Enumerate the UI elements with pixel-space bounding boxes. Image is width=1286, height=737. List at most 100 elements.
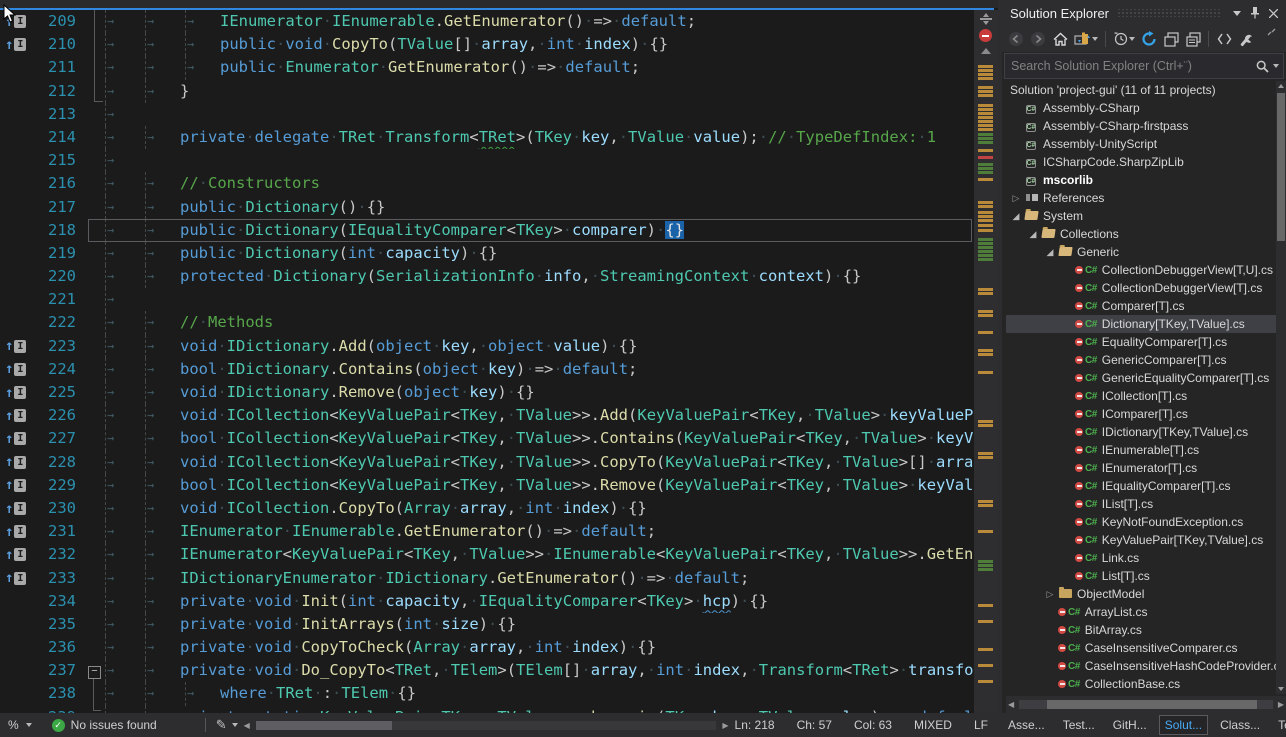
- expand-arrow-icon[interactable]: ▷: [1010, 193, 1022, 204]
- code-line-237[interactable]: 237private·void·Do_CopyTo<TRet,·TElem>(T…: [0, 659, 974, 682]
- scroll-up-arrow[interactable]: [1278, 84, 1284, 88]
- tree-item-arraylist-cs[interactable]: C#ArrayList.cs: [1006, 603, 1276, 621]
- implements-interface-icon[interactable]: I: [14, 386, 26, 399]
- tree-item-icomparer-t-cs[interactable]: C#IComparer[T].cs: [1006, 405, 1276, 423]
- go-to-base-icon[interactable]: ↑: [5, 409, 13, 423]
- code-editor[interactable]: ↑I209IEnumerator·IEnumerable.GetEnumerat…: [0, 10, 974, 737]
- code-content[interactable]: void·ICollection.CopyTo(Array·array,·int…: [100, 497, 974, 520]
- tree-item-references[interactable]: ▷References: [1006, 189, 1276, 207]
- pending-changes-filter-button[interactable]: [1111, 29, 1137, 49]
- forward-button[interactable]: [1028, 29, 1048, 49]
- pen-tool-button[interactable]: ✎: [216, 717, 227, 733]
- go-to-base-icon[interactable]: ↑: [5, 38, 13, 52]
- gutter-icons[interactable]: ↑I: [0, 543, 30, 566]
- tree-item-idictionary-tkey-tvalue-cs[interactable]: C#IDictionary[TKey,TValue].cs: [1006, 423, 1276, 441]
- go-to-base-icon[interactable]: ↑: [5, 525, 13, 539]
- code-line-235[interactable]: 235private·void·InitArrays(int·size)·{}: [0, 613, 974, 636]
- implements-interface-icon[interactable]: I: [14, 572, 26, 585]
- go-to-base-icon[interactable]: ↑: [5, 386, 13, 400]
- line-number[interactable]: 224: [30, 358, 76, 381]
- tree-horizontal-scrollbar[interactable]: ◀ ▶: [1006, 696, 1286, 713]
- code-line-222[interactable]: 222//·Methods: [0, 311, 974, 334]
- zoom-control[interactable]: %: [0, 718, 42, 732]
- line-number[interactable]: 237: [30, 659, 76, 682]
- status-character[interactable]: Ch: 57: [797, 718, 832, 732]
- tree-item-mscorlib[interactable]: C#mscorlib: [1006, 171, 1276, 189]
- collapse-region-button[interactable]: [88, 666, 101, 679]
- tree-item-assembly-unityscript[interactable]: C#Assembly-UnityScript: [1006, 135, 1276, 153]
- collapse-arrow-icon[interactable]: ◢: [1010, 211, 1022, 222]
- code-line-230[interactable]: ↑I230void·ICollection.CopyTo(Array·array…: [0, 497, 974, 520]
- code-line-213[interactable]: 213: [0, 103, 974, 126]
- code-line-211[interactable]: 211public·Enumerator·GetEnumerator()·=>·…: [0, 56, 974, 79]
- code-line-221[interactable]: 221: [0, 288, 974, 311]
- implements-interface-icon[interactable]: I: [14, 502, 26, 515]
- implements-interface-icon[interactable]: I: [14, 548, 26, 561]
- gutter-icons[interactable]: ↑I: [0, 404, 30, 427]
- code-content[interactable]: private·void·InitArrays(int·size)·{}: [100, 613, 974, 636]
- implements-interface-icon[interactable]: I: [14, 363, 26, 376]
- line-number[interactable]: 213: [30, 103, 76, 126]
- expand-arrow-icon[interactable]: ▷: [1044, 589, 1056, 600]
- code-content[interactable]: [100, 288, 974, 311]
- code-content[interactable]: void·IDictionary.Remove(object·key)·{}: [100, 381, 974, 404]
- tree-item-ienumerable-t-cs[interactable]: C#IEnumerable[T].cs: [1006, 441, 1276, 459]
- code-line-218[interactable]: 218 public·Dictionary(IEqualityComparer<T…: [0, 219, 974, 242]
- search-options-chevron-icon[interactable]: [1273, 64, 1279, 68]
- properties-button[interactable]: [1236, 29, 1256, 49]
- code-content[interactable]: public·Dictionary(int·capacity)·{}: [100, 242, 974, 265]
- implements-interface-icon[interactable]: I: [14, 38, 26, 51]
- line-number[interactable]: 221: [30, 288, 76, 311]
- line-number[interactable]: 225: [30, 381, 76, 404]
- line-number[interactable]: 228: [30, 451, 76, 474]
- panel-tab-gith[interactable]: GitH...: [1107, 715, 1153, 735]
- line-number[interactable]: 209: [30, 10, 76, 33]
- scrollbar-thumb[interactable]: [256, 721, 392, 730]
- line-number[interactable]: 238: [30, 682, 76, 705]
- collapse-all-button[interactable]: [1161, 29, 1181, 49]
- gutter-icons[interactable]: ↑I: [0, 381, 30, 404]
- implements-interface-icon[interactable]: I: [14, 479, 26, 492]
- implements-interface-icon[interactable]: I: [14, 409, 26, 422]
- tree-item-comparer-t-cs[interactable]: C#Comparer[T].cs: [1006, 297, 1276, 315]
- code-line-233[interactable]: ↑I233IDictionaryEnumerator·IDictionary.G…: [0, 567, 974, 590]
- code-line-219[interactable]: 219public·Dictionary(int·capacity)·{}: [0, 242, 974, 265]
- collapse-arrow-icon[interactable]: ◢: [1044, 247, 1056, 258]
- go-to-base-icon[interactable]: ↑: [5, 548, 13, 562]
- code-content[interactable]: protected·Dictionary(SerializationInfo·i…: [100, 265, 974, 288]
- panel-tab-asse[interactable]: Asse...: [1002, 715, 1051, 735]
- tree-item-icsharpcode-sharpziplib[interactable]: C#ICSharpCode.SharpZipLib: [1006, 153, 1276, 171]
- gutter-icons[interactable]: ↑I: [0, 335, 30, 358]
- tree-item-link-cs[interactable]: C#Link.cs: [1006, 549, 1276, 567]
- line-number[interactable]: 232: [30, 543, 76, 566]
- go-to-base-icon[interactable]: ↑: [5, 339, 13, 353]
- tree-item-ilist-t-cs[interactable]: C#IList[T].cs: [1006, 495, 1276, 513]
- gutter-icons[interactable]: ↑I: [0, 520, 30, 543]
- code-line-227[interactable]: ↑I227bool·ICollection<KeyValuePair<TKey,…: [0, 427, 974, 450]
- line-number[interactable]: 234: [30, 590, 76, 613]
- tree-item-ienumerator-t-cs[interactable]: C#IEnumerator[T].cs: [1006, 459, 1276, 477]
- code-content[interactable]: void·ICollection<KeyValuePair<TKey,·TVal…: [100, 451, 974, 474]
- implements-interface-icon[interactable]: I: [14, 456, 26, 469]
- editor-horizontal-scrollbar[interactable]: ◀ ▶: [242, 721, 731, 730]
- code-content[interactable]: bool·ICollection<KeyValuePair<TKey,·TVal…: [100, 427, 974, 450]
- line-number[interactable]: 215: [30, 149, 76, 172]
- tree-vertical-scrollbar[interactable]: [1276, 81, 1286, 694]
- tree-item-generic[interactable]: ◢Generic: [1006, 243, 1276, 261]
- code-content[interactable]: IEnumerator<KeyValuePair<TKey,·TValue>>·…: [100, 543, 974, 566]
- gutter-icons[interactable]: ↑I: [0, 427, 30, 450]
- code-content[interactable]: public·Dictionary(IEqualityComparer<TKey…: [100, 219, 974, 242]
- code-content[interactable]: void·ICollection<KeyValuePair<TKey,·TVal…: [100, 404, 974, 427]
- scrollbar-up-arrow[interactable]: [981, 48, 991, 54]
- go-to-base-icon[interactable]: ↑: [5, 571, 13, 585]
- split-editor-handle-icon[interactable]: [978, 13, 994, 25]
- code-line-236[interactable]: 236private·void·CopyToCheck(Array·array,…: [0, 636, 974, 659]
- tree-item-collectionbase-cs[interactable]: C#CollectionBase.cs: [1006, 675, 1276, 693]
- home-button[interactable]: [1050, 29, 1070, 49]
- close-button[interactable]: [1264, 4, 1282, 22]
- line-number[interactable]: 222: [30, 311, 76, 334]
- line-number[interactable]: 212: [30, 80, 76, 103]
- tree-item-keyvaluepair-tkey-tvalue-cs[interactable]: C#KeyValuePair[TKey,TValue].cs: [1006, 531, 1276, 549]
- code-content[interactable]: public·Enumerator·GetEnumerator()·=>·def…: [100, 56, 974, 79]
- line-number[interactable]: 218: [30, 219, 76, 242]
